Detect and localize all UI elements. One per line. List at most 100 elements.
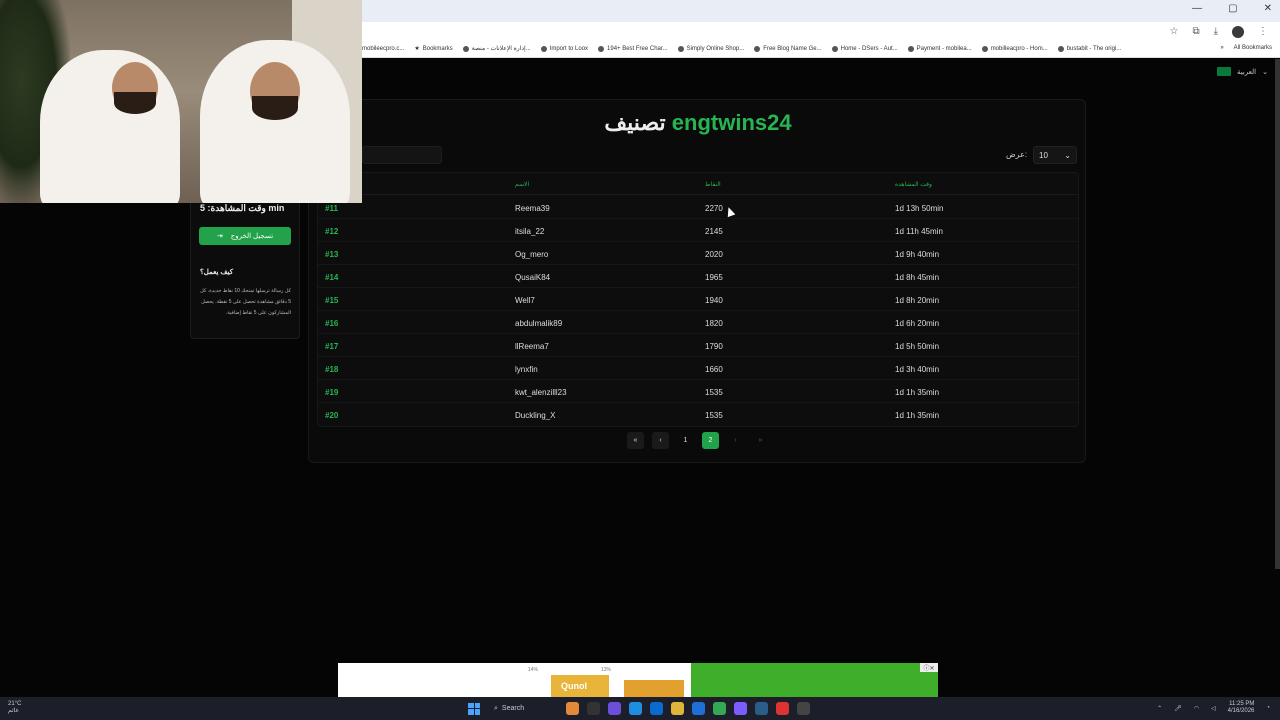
- app-icon[interactable]: [566, 702, 579, 715]
- language-label: العربية: [1236, 68, 1257, 76]
- time-cell: 1d 8h 20min: [895, 296, 940, 305]
- next-page-button[interactable]: ›: [727, 432, 744, 449]
- wifi-icon[interactable]: ◠: [1194, 705, 1199, 712]
- bookmark-item[interactable]: ★ Bookmarks: [414, 45, 452, 53]
- chevron-up-icon[interactable]: ⌃: [1157, 705, 1162, 712]
- taskbar-search[interactable]: ⌕ Search: [488, 701, 558, 716]
- logout-button[interactable]: ⇥ تسجيل الخروج: [199, 227, 291, 245]
- name-cell: Reema39: [515, 204, 550, 213]
- maximize-icon[interactable]: ▢: [1228, 3, 1237, 14]
- star-icon[interactable]: ☆: [1169, 26, 1178, 38]
- points-cell: 1535: [705, 411, 723, 420]
- window-controls: — ▢ ✕: [1192, 3, 1272, 14]
- minimize-icon[interactable]: —: [1192, 3, 1202, 14]
- flag-icon: [1216, 67, 1231, 76]
- prev-page-button[interactable]: ‹: [652, 432, 669, 449]
- microphone-icon[interactable]: 🎤︎: [1174, 705, 1182, 712]
- clock-time: 11:25 PM: [1229, 701, 1255, 707]
- bookmark-item[interactable]: 194+ Best Free Char...: [598, 45, 668, 52]
- rank-cell: #16: [325, 319, 339, 328]
- rank-cell: #11: [325, 204, 338, 213]
- chevron-down-icon: ⌄: [1064, 150, 1071, 160]
- time-cell: 1d 8h 45min: [895, 273, 940, 282]
- site-icon: [754, 45, 761, 52]
- windows-start-icon[interactable]: [468, 702, 480, 715]
- page-size-value: 10: [1039, 150, 1048, 160]
- close-icon[interactable]: ✕: [1264, 3, 1272, 14]
- folder-icon[interactable]: [671, 702, 684, 715]
- taskbar-apps: ⌕ Search: [468, 701, 810, 716]
- rank-cell: #12: [325, 227, 339, 236]
- time-cell: 1d 11h 45min: [895, 227, 943, 236]
- steam-icon[interactable]: [755, 702, 768, 715]
- table-row: #18 lynxfin 1660 1d 3h 40min: [318, 357, 1078, 380]
- clock[interactable]: 11:25 PM 4/16/2026: [1228, 701, 1255, 715]
- search-icon: ⌕: [494, 704, 498, 712]
- first-page-button[interactable]: «: [627, 432, 644, 449]
- bookmark-item[interactable]: Import to Loox: [540, 45, 588, 52]
- bookmark-item[interactable]: Home - DSers - Aut...: [831, 45, 898, 52]
- close-icon[interactable]: ⓘ✕: [920, 663, 938, 672]
- table-row: #20 Duckling_X 1535 1d 1h 35min: [318, 403, 1078, 426]
- edge-icon[interactable]: [629, 702, 642, 715]
- bookmark-item[interactable]: Free Blog Name Ge...: [754, 45, 822, 52]
- rank-cell: #14: [325, 273, 339, 282]
- extensions-icon[interactable]: ⧉: [1192, 26, 1199, 38]
- chrome-icon[interactable]: [713, 702, 726, 715]
- menu-icon[interactable]: ⋮: [1258, 26, 1268, 38]
- ad-label: 13%: [601, 667, 612, 673]
- scrollbar[interactable]: [1275, 59, 1280, 569]
- page-1-button[interactable]: 1: [677, 432, 694, 449]
- name-cell: abdulmalik89: [515, 319, 563, 328]
- bookmark-item[interactable]: إدارة الإعلانات - منصة...: [462, 45, 531, 52]
- site-icon: [831, 45, 838, 52]
- app-icon[interactable]: [650, 702, 663, 715]
- page-size-select[interactable]: 10 ⌄: [1033, 146, 1077, 164]
- bookmark-item[interactable]: bustabit - The origi...: [1057, 45, 1121, 52]
- rank-cell: #19: [325, 388, 339, 397]
- bookmark-item[interactable]: mobileecpro.c...: [362, 45, 404, 52]
- table-row: #13 Og_mero 2020 1d 9h 40min: [318, 242, 1078, 265]
- bookmark-item[interactable]: Simply Online Shop...: [677, 45, 744, 52]
- name-cell: QusaiK84: [515, 273, 551, 282]
- points-cell: 1940: [705, 296, 723, 305]
- column-points: النقاط: [705, 182, 721, 188]
- app-icon[interactable]: [587, 702, 600, 715]
- ad-green-panel: [691, 663, 938, 697]
- all-bookmarks-link[interactable]: All Bookmarks: [1234, 45, 1272, 51]
- column-name: الاسم: [515, 182, 530, 188]
- weather-temp: 21°C: [8, 701, 22, 707]
- name-cell: Duckling_X: [515, 411, 556, 420]
- app-icon[interactable]: [776, 702, 789, 715]
- bookmark-item[interactable]: mobilleacpro - Hom...: [981, 45, 1048, 52]
- time-cell: 1d 1h 35min: [895, 411, 940, 420]
- points-cell: 1965: [705, 273, 723, 282]
- advertisement-banner[interactable]: Qunol 14% 13% ⓘ✕: [338, 663, 938, 697]
- how-it-works-title: كيف يعمل؟: [200, 269, 234, 276]
- time-cell: 1d 9h 40min: [895, 250, 940, 259]
- points-cell: 2020: [705, 250, 723, 259]
- name-cell: Well7: [515, 296, 535, 305]
- search-input[interactable]: [362, 146, 442, 164]
- page-2-button[interactable]: 2: [702, 432, 719, 449]
- download-icon[interactable]: ⤓: [1214, 26, 1218, 38]
- bell-icon[interactable]: ◔: [1266, 705, 1270, 711]
- bookmarks-right: » All Bookmarks: [1220, 45, 1272, 51]
- app-icon[interactable]: [734, 702, 747, 715]
- rank-cell: #18: [325, 365, 339, 374]
- site-icon: [598, 45, 605, 52]
- app-icon[interactable]: [692, 702, 705, 715]
- speaker-icon[interactable]: ◁: [1211, 705, 1216, 712]
- weather-desc: غائم: [8, 708, 19, 714]
- language-switcher[interactable]: العربية ⌄: [1216, 67, 1268, 76]
- bookmark-item[interactable]: Payment - mobilea...: [907, 45, 972, 52]
- weather-widget[interactable]: 21°C غائم: [8, 701, 21, 715]
- last-page-button[interactable]: »: [752, 432, 769, 449]
- title-username: engtwins24: [671, 110, 792, 135]
- bookmark-list: mobileecpro.c... ★ Bookmarks إدارة الإعلا…: [362, 45, 1121, 52]
- chevron-right-icon[interactable]: »: [1220, 45, 1223, 51]
- profile-avatar[interactable]: [1232, 26, 1244, 38]
- time-cell: 1d 3h 40min: [895, 365, 940, 374]
- app-icon[interactable]: [608, 702, 621, 715]
- app-icon[interactable]: [797, 702, 810, 715]
